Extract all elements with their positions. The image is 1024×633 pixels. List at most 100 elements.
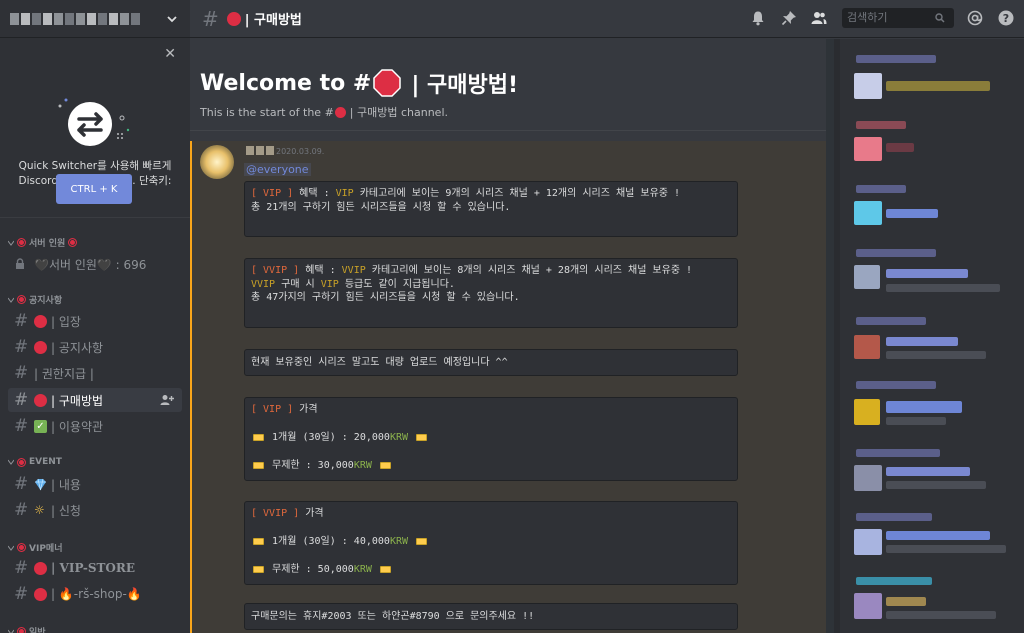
member-name-pixelated[interactable] (886, 467, 970, 476)
stop-emoji-icon (17, 457, 26, 467)
pin-icon[interactable] (781, 10, 797, 26)
hash-icon: # (202, 6, 219, 31)
hash-icon: # (14, 474, 29, 494)
category-general[interactable]: 일반 (8, 625, 46, 633)
member-name-pixelated[interactable] (886, 401, 962, 413)
lock-icon (16, 258, 24, 269)
member-group-header-pixelated (856, 317, 926, 325)
member-status-pixelated (886, 284, 1000, 292)
money-emoji-icon (253, 537, 264, 545)
currency-label: KRW (353, 460, 372, 471)
channel-purchase-method[interactable]: # | 구매방법 (8, 388, 182, 412)
server-header[interactable] (0, 0, 190, 38)
member-group-header-pixelated (856, 449, 940, 457)
channel-notice[interactable]: # | 공지사항 (8, 335, 182, 359)
money-emoji-icon (253, 461, 264, 469)
avatar[interactable] (854, 399, 880, 425)
add-member-icon[interactable] (160, 394, 174, 406)
code-text: 혜택 : (299, 265, 342, 276)
avatar[interactable] (854, 465, 882, 491)
server-name-pixelated (10, 12, 140, 25)
chat-scrollbar[interactable] (826, 39, 834, 633)
currency-label: KRW (353, 564, 372, 575)
hash-icon: # (14, 416, 29, 436)
code-block-vip-benefit: [ VIP ] 혜택 : VIP 카테고리에 보이는 9개의 시리즈 채널 + … (244, 181, 738, 237)
search-input[interactable] (847, 12, 935, 24)
member-list-icon[interactable] (811, 10, 827, 26)
member-name-pixelated[interactable] (886, 209, 938, 218)
code-text: 구매 시 (275, 278, 321, 290)
check-emoji-icon: ✓ (34, 419, 47, 433)
channel-vip-store[interactable]: # | VIP-STORE (8, 556, 182, 580)
vip-keyword: VIP (320, 278, 339, 290)
welcome-title-suffix: | 구매방법! (411, 73, 519, 98)
category-label: 서버 인원 (29, 239, 66, 249)
member-status-pixelated (886, 351, 986, 359)
member-name-pixelated[interactable] (886, 269, 968, 278)
help-icon[interactable]: ? (998, 10, 1014, 26)
avatar[interactable] (854, 137, 882, 161)
channel-apply[interactable]: # ☼ | 신청 (8, 498, 182, 522)
avatar[interactable] (854, 265, 880, 289)
code-text: 카테고리에 보이는 9개의 시리즈 채널 + 12개의 시리즈 채널 보유중 ! (353, 188, 681, 199)
avatar[interactable] (854, 73, 882, 99)
bell-icon[interactable] (750, 10, 766, 26)
avatar[interactable] (854, 335, 880, 359)
avatar[interactable] (854, 529, 882, 555)
stop-emoji-icon (34, 561, 47, 575)
category-event[interactable]: EVENT (8, 457, 62, 467)
chevron-down-icon (8, 545, 14, 551)
message-timestamp: 2020.03.09. (276, 147, 325, 156)
channel-terms[interactable]: # ✓ | 이용약관 (8, 414, 182, 438)
channel-label: 🖤서버 인원🖤 : 696 (34, 257, 147, 272)
code-text: 카테고리에 보이는 8개의 시리즈 채널 + 28개의 시리즈 채널 보유중 ! (365, 265, 693, 276)
close-icon[interactable]: ✕ (164, 46, 176, 62)
chevron-down-icon[interactable] (166, 13, 178, 25)
quick-switcher-illustration (58, 98, 130, 146)
gem-emoji-icon (35, 478, 46, 490)
vvip-keyword: VVIP (251, 278, 276, 290)
category-notice[interactable]: 공지사항 (8, 293, 62, 306)
hash-icon: # (14, 311, 29, 331)
channel-server-members-count[interactable]: 🖤서버 인원🖤 : 696 (8, 252, 182, 276)
chevron-down-icon (8, 459, 14, 465)
channel-header: # | 구매방법 ? (190, 0, 1024, 38)
member-name-pixelated[interactable] (886, 337, 958, 346)
member-name-pixelated[interactable] (886, 597, 926, 606)
stop-emoji-icon (34, 587, 47, 601)
ctrl-k-button[interactable]: CTRL + K (56, 174, 132, 204)
vvip-tag: [ VVIP ] (251, 508, 300, 519)
channel-entrance[interactable]: # | 입장 (8, 309, 182, 333)
member-group-header-pixelated (856, 55, 936, 63)
code-block-vvip-price: [ VVIP ] 가격 1개월 (30일) : 40,000KRW 무제한 : … (244, 501, 738, 585)
member-name-pixelated[interactable] (886, 143, 914, 152)
code-block-vip-price: [ VIP ] 가격 1개월 (30일) : 20,000KRW 무제한 : 3… (244, 397, 738, 481)
stop-emoji-icon (226, 11, 241, 26)
everyone-mention[interactable]: @everyone (244, 163, 311, 176)
message-author-pixelated[interactable] (246, 146, 274, 155)
member-name-pixelated[interactable] (886, 531, 990, 540)
code-text: 구매문의는 휴지#2003 또는 하얀곤#8790 으로 문의주세요 !! (251, 611, 535, 622)
avatar[interactable] (854, 593, 882, 619)
category-vip-menu[interactable]: VIP메너 (8, 541, 62, 554)
channel-role-grant[interactable]: # | 권한지급 | (8, 361, 182, 385)
vip-keyword: VIP (335, 188, 354, 199)
chevron-down-icon (8, 240, 14, 246)
category-label: 일반 (29, 628, 46, 633)
channel-rs-shop[interactable]: # | 🔥-rš-shop-🔥 (8, 582, 182, 606)
member-group-header-pixelated (856, 121, 906, 129)
vip-tag: [ VIP ] (251, 188, 294, 199)
code-text: 등급도 같이 지급됩니다. (338, 278, 455, 290)
avatar[interactable] (200, 145, 234, 179)
member-group-header-pixelated (856, 513, 932, 521)
mention-icon[interactable] (967, 10, 983, 26)
member-name-pixelated[interactable] (886, 81, 990, 91)
search-box[interactable] (842, 8, 954, 28)
channel-content[interactable]: # | 내용 (8, 472, 182, 496)
svg-text:?: ? (1003, 12, 1009, 25)
stop-emoji-icon (17, 295, 26, 304)
category-server-members[interactable]: 서버 인원 (8, 236, 78, 249)
stop-emoji-icon (34, 340, 47, 354)
avatar[interactable] (854, 201, 882, 225)
chevron-down-icon (8, 297, 14, 303)
